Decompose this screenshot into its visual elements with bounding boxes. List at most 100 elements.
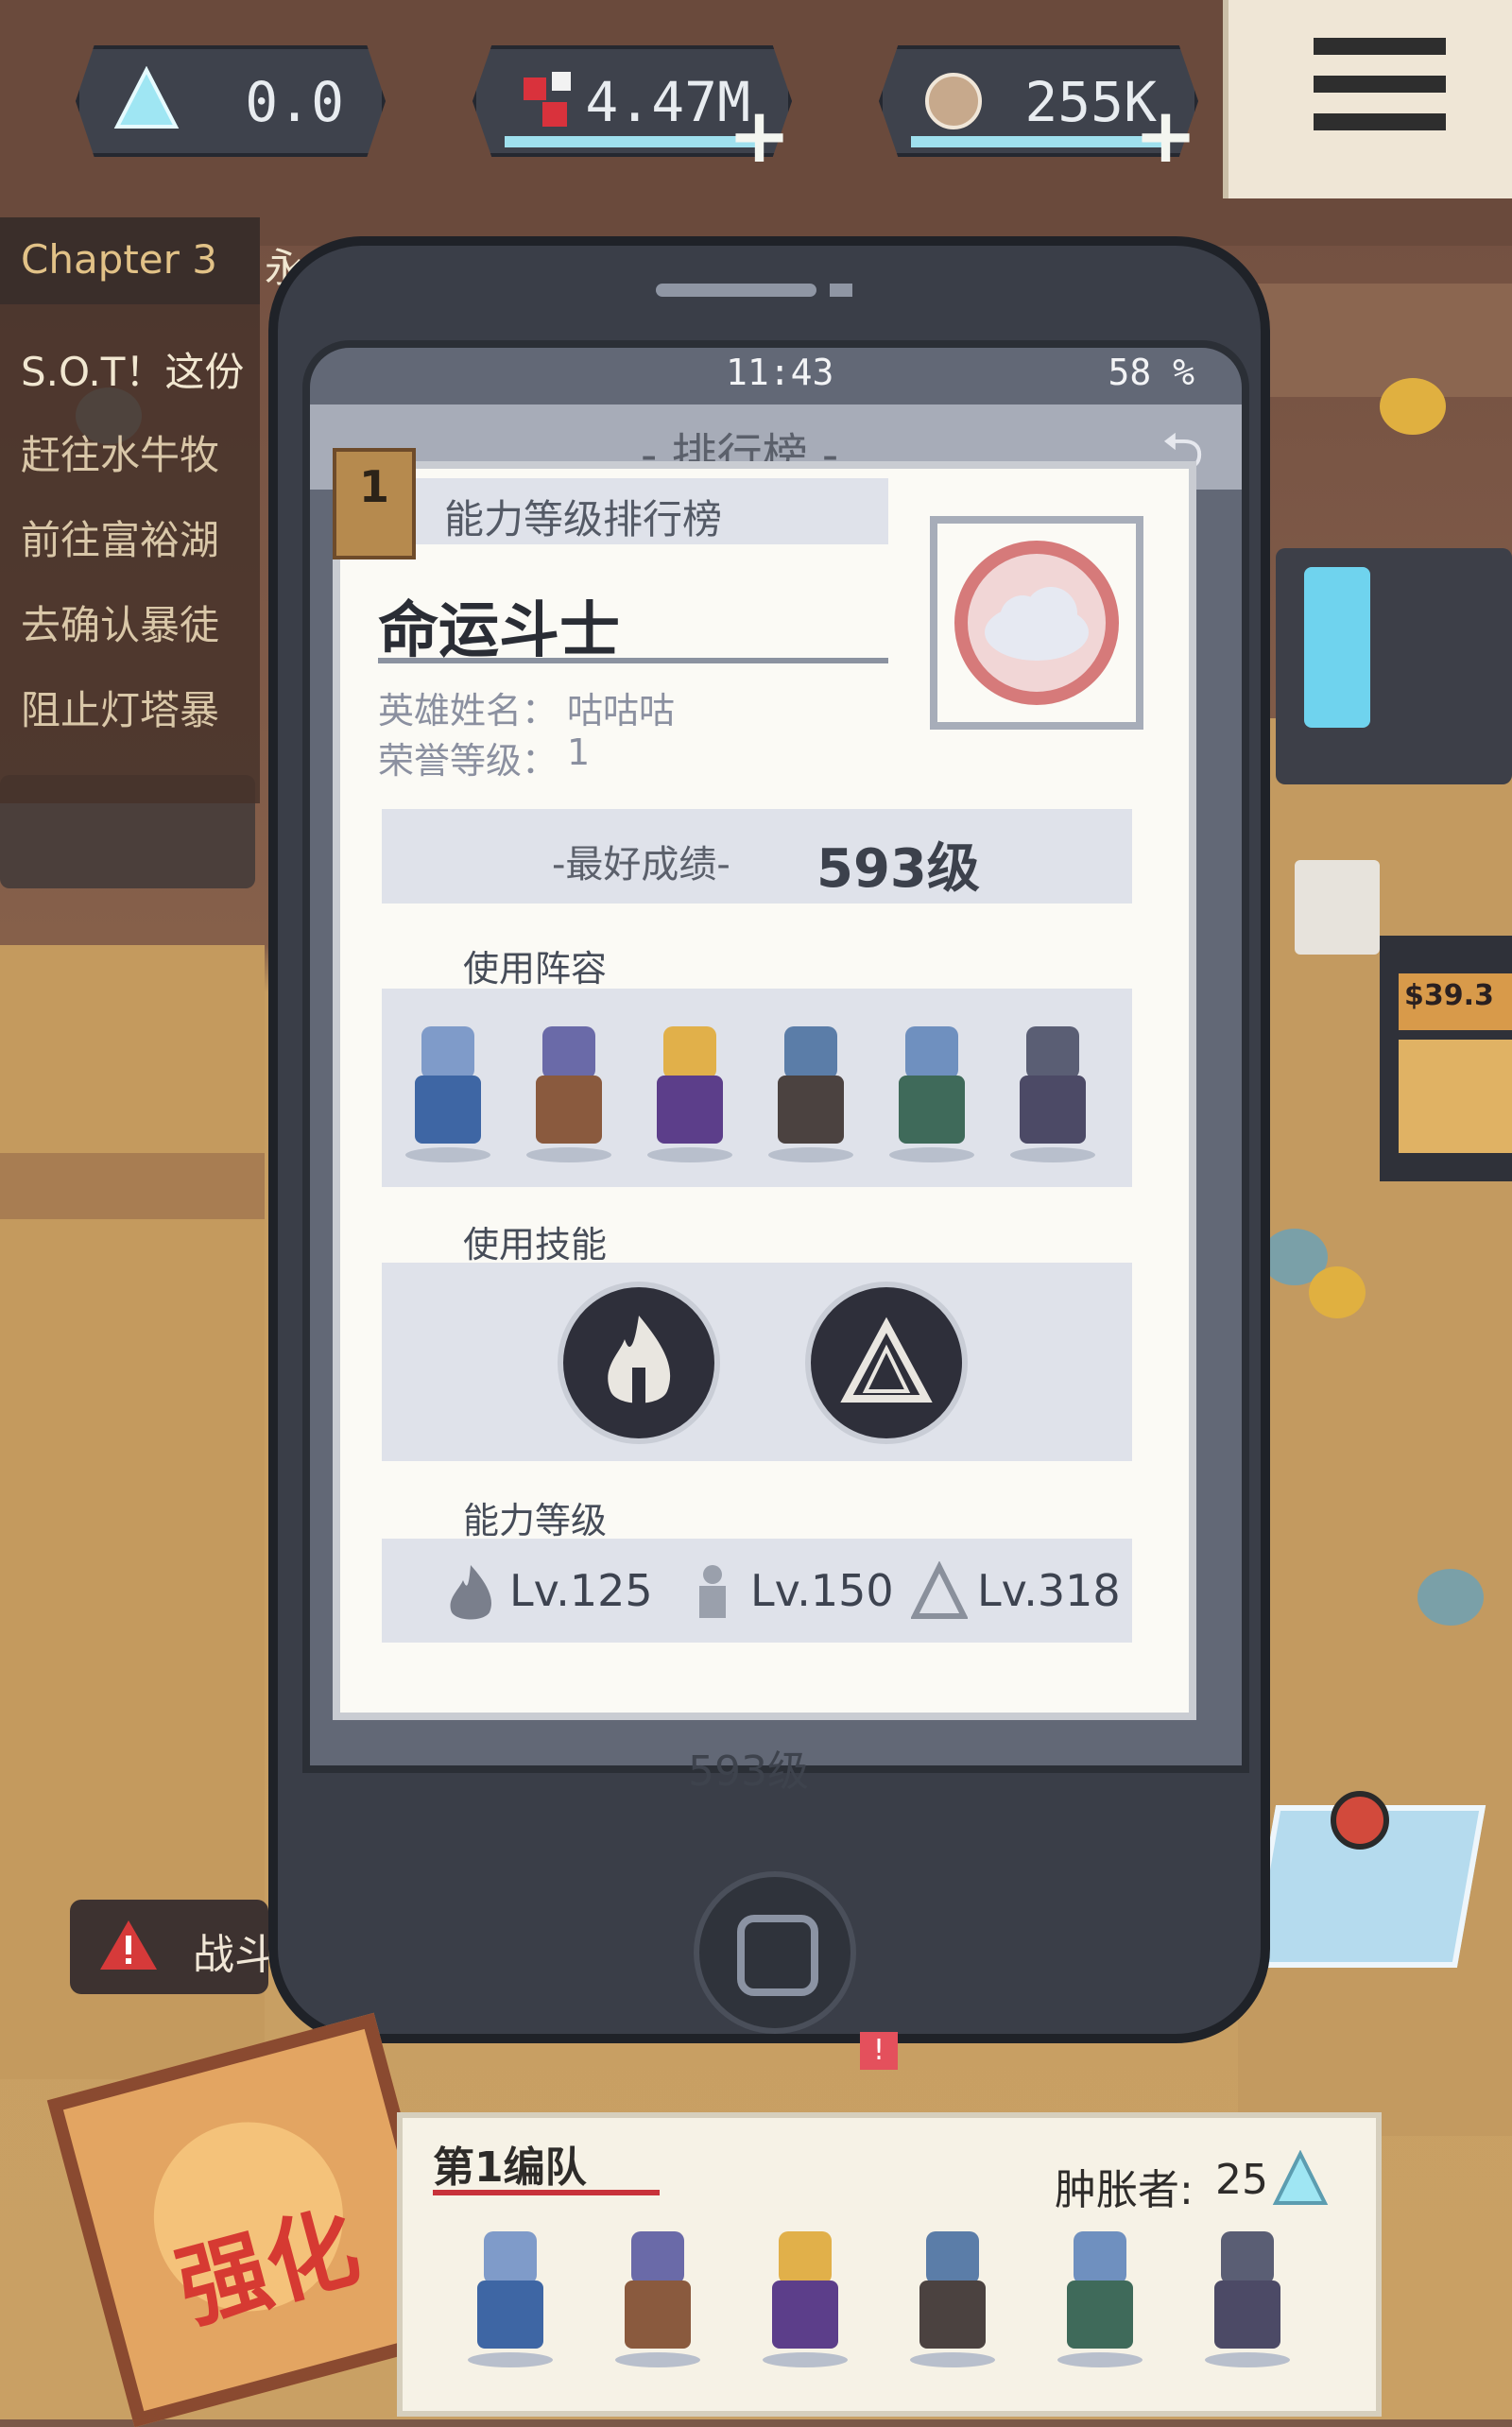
team-hero-3[interactable] <box>758 2231 852 2373</box>
team-panel[interactable]: 第1编队 肿胀者: 25 <box>397 2112 1382 2417</box>
cliff-right <box>1247 284 1512 397</box>
map-pin-icon <box>1331 1791 1389 1850</box>
swollen-label: 肿胀者: <box>1055 2166 1194 2214</box>
card-title: 命运斗士 <box>378 596 620 666</box>
notification-icon: ! <box>860 2032 898 2070</box>
hero-head <box>784 1026 837 1079</box>
title-underline <box>378 658 888 663</box>
hero-shadow <box>889 1147 974 1162</box>
hero-body <box>536 1076 602 1144</box>
hero-sprite-4[interactable] <box>764 1026 858 1168</box>
flame-skill-glyph <box>608 1316 671 1405</box>
menu-icon <box>1314 38 1446 55</box>
gem-value: 4.47M <box>585 70 750 134</box>
phone-camera <box>830 284 852 297</box>
tree <box>1418 1569 1484 1626</box>
road-left <box>0 1153 265 1219</box>
triangle-crystal-icon <box>113 66 180 129</box>
red-gem-icon <box>524 72 571 127</box>
hero-shadow <box>1010 1147 1095 1162</box>
gem-bar <box>505 136 760 147</box>
hero-sprite-2[interactable] <box>522 1026 616 1168</box>
hero-shadow <box>526 1147 611 1162</box>
crystal-currency: 0.0 <box>76 45 386 157</box>
quest-item[interactable]: 阻止灯塔暴 <box>21 679 219 736</box>
rank-number: 1 <box>359 461 390 512</box>
skills-panel <box>382 1263 1132 1461</box>
ranking-title: 能力等级排行榜 <box>444 496 723 542</box>
triangle-skill-glyph <box>840 1317 933 1403</box>
quest-panel[interactable]: Chapter 3 永 S.O.T！这份 赶往水牛牧 前往富裕湖 去确认暴徒 阻… <box>0 217 304 803</box>
battle-label: 战斗 <box>193 1931 276 1979</box>
screen-bottom-level: 593级 <box>688 1747 809 1796</box>
hero-head <box>779 2231 832 2284</box>
ability-panel: Lv.125 Lv.150 Lv.318 <box>382 1539 1132 1643</box>
figure-level-icon <box>699 1565 726 1618</box>
hero-shadow <box>468 2352 553 2367</box>
warning-icon <box>100 1920 157 1970</box>
hero-sprite-3[interactable] <box>643 1026 737 1168</box>
hero-body <box>919 2281 986 2349</box>
hero-name: 咕咕咕 <box>567 690 676 732</box>
crystal-value: 0.0 <box>245 70 344 134</box>
title-emblem <box>930 516 1143 730</box>
hero-head <box>926 2231 979 2284</box>
hero-shadow <box>910 2352 995 2367</box>
hero-sprite-1[interactable] <box>401 1026 495 1168</box>
hero-sprite-6[interactable] <box>1005 1026 1100 1168</box>
triangle-skill-icon[interactable] <box>805 1282 968 1444</box>
add-ore-button[interactable]: + <box>1134 98 1197 174</box>
chapter-header: Chapter 3 永 <box>0 217 304 304</box>
honor-label: 荣誉等级： <box>378 740 558 782</box>
hero-shadow <box>1205 2352 1290 2367</box>
cloud-emblem-icon <box>954 541 1119 705</box>
lineup-label: 使用阵容 <box>463 948 608 990</box>
team-hero-1[interactable] <box>463 2231 558 2373</box>
flame-level: Lv.125 <box>509 1565 653 1616</box>
quest-item[interactable]: S.O.T！这份 <box>21 340 244 398</box>
hero-sprite-5[interactable] <box>885 1026 979 1168</box>
hero-shadow <box>768 1147 853 1162</box>
skills-label: 使用技能 <box>463 1224 608 1265</box>
honor-level: 1 <box>567 732 591 773</box>
flame-skill-icon[interactable] <box>558 1282 720 1444</box>
team-hero-5[interactable] <box>1053 2231 1147 2373</box>
menu-icon-line <box>1314 113 1446 130</box>
hero-body <box>657 1076 723 1144</box>
swollen-count: 25 <box>1215 2156 1268 2204</box>
hero-head <box>1221 2231 1274 2284</box>
hero-shadow <box>763 2352 848 2367</box>
ranking-title-bar: 能力等级排行榜 <box>416 478 888 544</box>
hero-shadow <box>615 2352 700 2367</box>
best-score-value: 593级 <box>816 838 980 900</box>
quest-item[interactable]: 前往富裕湖 <box>21 508 219 566</box>
status-battery: 58 % <box>1108 352 1194 393</box>
battle-button[interactable]: 战斗 <box>70 1900 276 1994</box>
team-name-underline <box>433 2190 660 2195</box>
swollen-crystal-icon <box>1272 2150 1329 2205</box>
hero-name-label: 英雄姓名： <box>378 690 558 732</box>
truck <box>1295 860 1380 955</box>
shop-window <box>1399 1040 1512 1153</box>
ore-bar <box>911 136 1166 147</box>
team-hero-2[interactable] <box>610 2231 705 2373</box>
quest-item[interactable]: 赶往水牛牧 <box>21 423 219 481</box>
hero-body <box>415 1076 481 1144</box>
hero-head <box>1074 2231 1126 2284</box>
rank-ribbon: 1 <box>333 448 416 559</box>
hero-body <box>1214 2281 1280 2349</box>
team-hero-4[interactable] <box>905 2231 1000 2373</box>
team-hero-6[interactable] <box>1200 2231 1295 2373</box>
hero-head <box>1026 1026 1079 1079</box>
add-gem-button[interactable]: + <box>728 98 791 174</box>
quest-item[interactable]: 去确认暴徒 <box>21 594 219 651</box>
menu-button[interactable] <box>1223 0 1512 198</box>
hero-body <box>1067 2281 1133 2349</box>
hero-body <box>899 1076 965 1144</box>
hero-body <box>772 2281 838 2349</box>
home-button[interactable] <box>694 1871 856 2034</box>
figure-level: Lv.150 <box>750 1565 894 1616</box>
hero-body <box>625 2281 691 2349</box>
team-name: 第1编队 <box>433 2143 587 2192</box>
phone-speaker <box>656 284 816 297</box>
